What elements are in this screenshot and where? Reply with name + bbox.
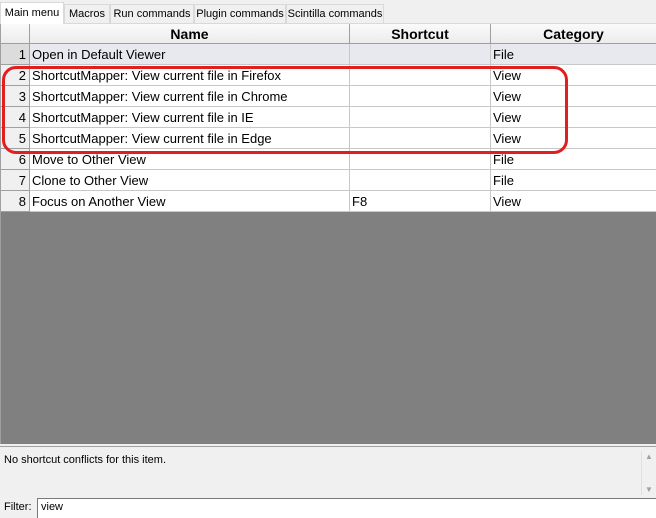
table-row[interactable]: 1 Open in Default Viewer File [1,44,656,65]
command-category[interactable]: View [491,191,656,212]
scroll-down-icon[interactable]: ▼ [645,485,653,494]
tab-scintilla-commands[interactable]: Scintilla commands [286,4,384,24]
tab-plugin-commands[interactable]: Plugin commands [194,4,286,24]
column-header-name[interactable]: Name [30,24,350,44]
table-row[interactable]: 2 ShortcutMapper: View current file in F… [1,65,656,86]
filter-label: Filter: [4,501,32,513]
row-number: 2 [1,65,30,86]
command-category[interactable]: View [491,107,656,128]
command-shortcut[interactable] [350,128,491,149]
info-scrollbar[interactable]: ▲ ▼ [641,451,656,495]
command-category[interactable]: File [491,170,656,191]
row-number: 8 [1,191,30,212]
table-row[interactable]: 4 ShortcutMapper: View current file in I… [1,107,656,128]
row-number: 7 [1,170,30,191]
command-shortcut[interactable] [350,86,491,107]
shortcut-grid[interactable]: Name Shortcut Category 1 Open in Default… [0,24,656,444]
command-name[interactable]: Clone to Other View [30,170,350,191]
command-name[interactable]: ShortcutMapper: View current file in IE [30,107,350,128]
table-row[interactable]: 7 Clone to Other View File [1,170,656,191]
command-shortcut[interactable] [350,149,491,170]
command-name[interactable]: ShortcutMapper: View current file in Edg… [30,128,350,149]
command-shortcut[interactable] [350,107,491,128]
row-number: 1 [1,44,30,65]
command-name[interactable]: Open in Default Viewer [30,44,350,65]
tab-main-menu[interactable]: Main menu [0,2,64,24]
row-number: 5 [1,128,30,149]
row-number: 4 [1,107,30,128]
tab-run-commands[interactable]: Run commands [110,4,194,24]
table-row[interactable]: 3 ShortcutMapper: View current file in C… [1,86,656,107]
filter-input[interactable]: view [37,498,656,518]
command-category[interactable]: View [491,65,656,86]
tab-macros[interactable]: Macros [64,4,110,24]
row-number: 3 [1,86,30,107]
column-header-shortcut[interactable]: Shortcut [350,24,491,44]
command-category[interactable]: View [491,86,656,107]
command-category[interactable]: View [491,128,656,149]
grid-header: Name Shortcut Category [1,24,656,44]
row-number: 6 [1,149,30,170]
command-name[interactable]: Move to Other View [30,149,350,170]
row-number-header [1,24,30,44]
tab-bar: Main menu Macros Run commands Plugin com… [0,0,656,24]
table-row[interactable]: 5 ShortcutMapper: View current file in E… [1,128,656,149]
conflict-message: No shortcut conflicts for this item. [4,454,166,466]
scroll-up-icon[interactable]: ▲ [645,452,653,461]
command-shortcut[interactable] [350,65,491,86]
command-category[interactable]: File [491,149,656,170]
command-shortcut[interactable] [350,44,491,65]
command-name[interactable]: ShortcutMapper: View current file in Fir… [30,65,350,86]
command-shortcut[interactable] [350,170,491,191]
command-name[interactable]: ShortcutMapper: View current file in Chr… [30,86,350,107]
table-row[interactable]: 8 Focus on Another View F8 View [1,191,656,212]
command-shortcut[interactable]: F8 [350,191,491,212]
command-name[interactable]: Focus on Another View [30,191,350,212]
filter-bar: Filter: view [0,496,656,518]
conflict-info-box: No shortcut conflicts for this item. ▲ ▼ [0,446,656,496]
column-header-category[interactable]: Category [491,24,656,44]
table-row[interactable]: 6 Move to Other View File [1,149,656,170]
command-category[interactable]: File [491,44,656,65]
